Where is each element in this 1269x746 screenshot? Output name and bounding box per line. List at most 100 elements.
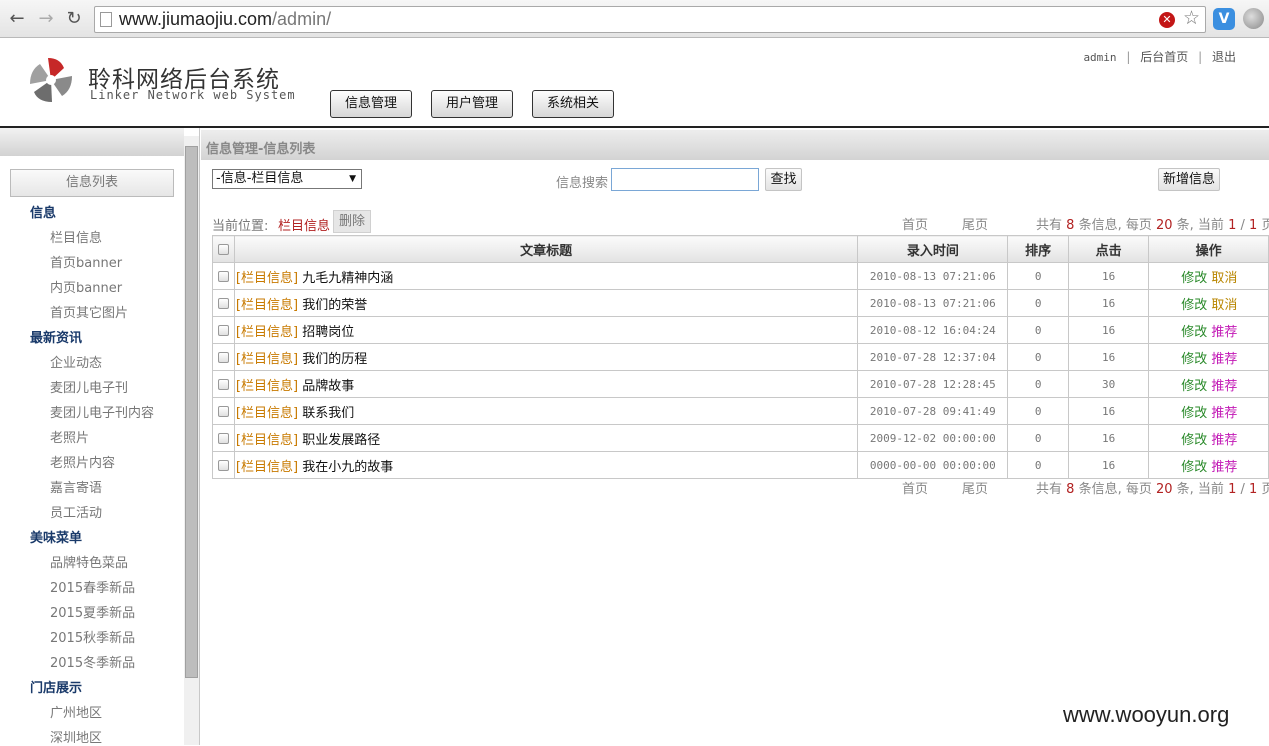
extension-icon[interactable]: V	[1213, 8, 1235, 30]
bookmark-star-icon[interactable]: ☆	[1183, 7, 1200, 29]
url-text[interactable]: www.jiumaojiu.com/admin/	[119, 9, 331, 30]
row-category-tag[interactable]: [栏目信息]	[236, 325, 298, 340]
sidebar-item[interactable]: 麦团儿电子刊	[50, 377, 128, 396]
row-title[interactable]: 九毛九精神内涵	[302, 271, 393, 286]
recommend-link[interactable]: 推荐	[1211, 433, 1237, 448]
recommend-link[interactable]: 推荐	[1211, 406, 1237, 421]
row-title[interactable]: 我在小九的故事	[302, 460, 393, 475]
recommend-link[interactable]: 推荐	[1211, 379, 1237, 394]
logout-link[interactable]: 退出	[1212, 50, 1236, 64]
row-order: 0	[1007, 262, 1069, 290]
row-checkbox[interactable]	[217, 378, 229, 390]
last-page-link[interactable]: 尾页	[962, 478, 988, 497]
location-value[interactable]: 栏目信息	[278, 215, 330, 234]
edit-link[interactable]: 修改	[1181, 271, 1207, 286]
sidebar-scroll-thumb[interactable]	[185, 146, 198, 678]
delete-button[interactable]: 删除	[333, 210, 371, 233]
cancel-recommend-link[interactable]: 取消	[1211, 298, 1237, 313]
first-page-link[interactable]: 首页	[902, 478, 928, 497]
row-title[interactable]: 联系我们	[302, 406, 354, 421]
sidebar-item[interactable]: 2015夏季新品	[50, 602, 135, 621]
sidebar-group-info[interactable]: 信息	[30, 202, 56, 221]
first-page-link[interactable]: 首页	[902, 214, 928, 233]
edit-link[interactable]: 修改	[1181, 379, 1207, 394]
row-clicks: 16	[1067, 262, 1150, 290]
sidebar-item[interactable]: 2015冬季新品	[50, 652, 135, 671]
sidebar-item[interactable]: 2015春季新品	[50, 577, 135, 596]
row-time: 2010-08-13 07:21:06	[857, 289, 1009, 317]
row-category-tag[interactable]: [栏目信息]	[236, 379, 298, 394]
row-title[interactable]: 招聘岗位	[302, 325, 354, 340]
edit-link[interactable]: 修改	[1181, 406, 1207, 421]
sidebar: 信息列表 信息 栏目信息 首页banner 内页banner 首页其它图片 最新…	[0, 128, 200, 746]
row-checkbox[interactable]	[217, 459, 229, 471]
sidebar-item[interactable]: 栏目信息	[50, 227, 102, 246]
username-link[interactable]: admin	[1083, 51, 1116, 64]
sidebar-item[interactable]: 首页其它图片	[50, 302, 128, 321]
row-checkbox[interactable]	[217, 270, 229, 282]
sidebar-group-stores[interactable]: 门店展示	[30, 677, 82, 696]
category-select[interactable]: -信息-栏目信息 ▼	[212, 169, 362, 189]
row-time: 2010-07-28 12:28:45	[857, 370, 1009, 398]
browser-toolbar: ← → ↻ www.jiumaojiu.com/admin/ ✕ ☆ V	[0, 0, 1269, 38]
last-page-link[interactable]: 尾页	[962, 214, 988, 233]
row-category-tag[interactable]: [栏目信息]	[236, 460, 298, 475]
tab-info-management[interactable]: 信息管理	[330, 90, 412, 118]
recommend-link[interactable]: 推荐	[1211, 352, 1237, 367]
row-category-tag[interactable]: [栏目信息]	[236, 433, 298, 448]
admin-home-link[interactable]: 后台首页	[1140, 50, 1188, 64]
row-checkbox[interactable]	[217, 324, 229, 336]
cancel-recommend-link[interactable]: 取消	[1211, 271, 1237, 286]
back-arrow-icon[interactable]: ←	[5, 7, 29, 31]
row-category-tag[interactable]: [栏目信息]	[236, 271, 298, 286]
row-category-tag[interactable]: [栏目信息]	[236, 352, 298, 367]
page-icon	[100, 12, 112, 27]
pager-info: 共有 8 条信息, 每页 20 条, 当前 1 / 1 页	[1036, 482, 1269, 497]
edit-link[interactable]: 修改	[1181, 352, 1207, 367]
sidebar-item[interactable]: 麦团儿电子刊内容	[50, 402, 154, 421]
sidebar-item[interactable]: 内页banner	[50, 277, 122, 296]
row-title[interactable]: 我们的荣誉	[302, 298, 367, 313]
row-title[interactable]: 我们的历程	[302, 352, 367, 367]
row-title[interactable]: 职业发展路径	[302, 433, 380, 448]
forward-arrow-icon[interactable]: →	[34, 7, 58, 31]
search-input[interactable]	[611, 168, 759, 191]
sidebar-item[interactable]: 嘉言寄语	[50, 477, 102, 496]
edit-link[interactable]: 修改	[1181, 298, 1207, 313]
row-title[interactable]: 品牌故事	[302, 379, 354, 394]
sidebar-item[interactable]: 老照片内容	[50, 452, 115, 471]
select-all-checkbox[interactable]	[217, 243, 229, 255]
edit-link[interactable]: 修改	[1181, 433, 1207, 448]
sidebar-item[interactable]: 深圳地区	[50, 727, 102, 746]
sidebar-item[interactable]: 企业动态	[50, 352, 102, 371]
tab-user-management[interactable]: 用户管理	[431, 90, 513, 118]
sidebar-item[interactable]: 广州地区	[50, 702, 102, 721]
edit-link[interactable]: 修改	[1181, 460, 1207, 475]
sidebar-item[interactable]: 品牌特色菜品	[50, 552, 128, 571]
row-checkbox[interactable]	[217, 297, 229, 309]
sidebar-item[interactable]: 老照片	[50, 427, 89, 446]
table-row: [栏目信息] 我在小九的故事 0000-00-00 00:00:00 0 16 …	[212, 451, 1269, 479]
blocked-content-icon[interactable]: ✕	[1159, 12, 1175, 28]
sidebar-item[interactable]: 2015秋季新品	[50, 627, 135, 646]
row-checkbox[interactable]	[217, 351, 229, 363]
globe-extension-icon[interactable]	[1243, 8, 1264, 29]
reload-icon[interactable]: ↻	[62, 7, 86, 31]
row-checkbox[interactable]	[217, 405, 229, 417]
search-button[interactable]: 查找	[765, 168, 802, 191]
row-clicks: 16	[1067, 316, 1150, 344]
dropdown-arrow-icon: ▼	[349, 174, 356, 184]
address-bar[interactable]: www.jiumaojiu.com/admin/ ✕ ☆	[94, 6, 1206, 33]
row-checkbox[interactable]	[217, 432, 229, 444]
tab-system[interactable]: 系统相关	[532, 90, 614, 118]
row-category-tag[interactable]: [栏目信息]	[236, 406, 298, 421]
recommend-link[interactable]: 推荐	[1211, 325, 1237, 340]
sidebar-group-menu[interactable]: 美味菜单	[30, 527, 82, 546]
sidebar-group-news[interactable]: 最新资讯	[30, 327, 82, 346]
add-info-button[interactable]: 新增信息	[1158, 168, 1220, 191]
recommend-link[interactable]: 推荐	[1211, 460, 1237, 475]
edit-link[interactable]: 修改	[1181, 325, 1207, 340]
sidebar-item[interactable]: 首页banner	[50, 252, 122, 271]
row-category-tag[interactable]: [栏目信息]	[236, 298, 298, 313]
sidebar-item[interactable]: 员工活动	[50, 502, 102, 521]
